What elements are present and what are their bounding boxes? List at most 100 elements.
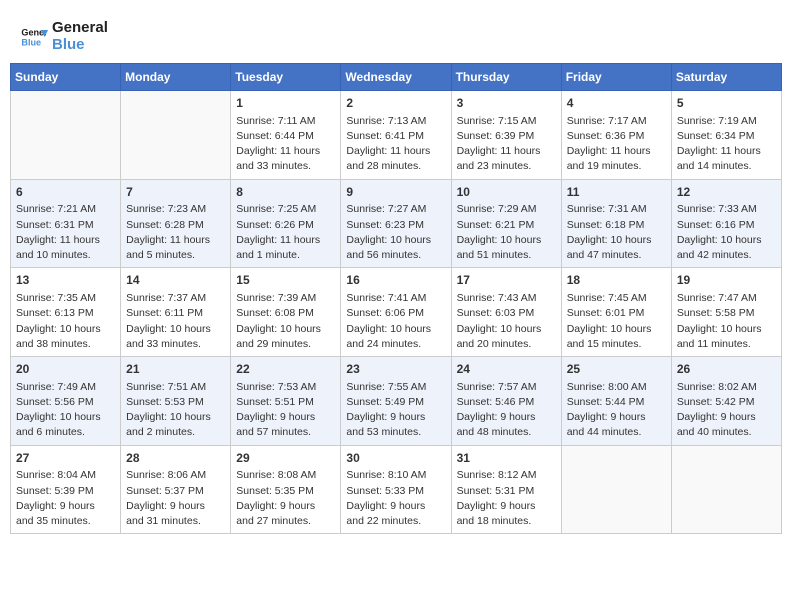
day-header-friday: Friday [561,64,671,91]
calendar-cell: 23 Sunrise: 7:55 AM Sunset: 5:49 PM Dayli… [341,357,451,446]
day-info: Sunrise: 7:19 AM Sunset: 6:34 PM Dayligh… [677,114,776,175]
calendar-cell: 11Sunrise: 7:31 AM Sunset: 6:18 PM Dayli… [561,179,671,268]
day-info: Sunrise: 7:11 AM Sunset: 6:44 PM Dayligh… [236,114,335,175]
day-info: Sunrise: 7:55 AM Sunset: 5:49 PM Dayligh… [346,380,445,441]
calendar-cell: 9Sunrise: 7:27 AM Sunset: 6:23 PM Daylig… [341,179,451,268]
day-number: 20 [16,361,115,378]
day-header-tuesday: Tuesday [231,64,341,91]
day-info: Sunrise: 7:47 AM Sunset: 5:58 PM Dayligh… [677,291,776,352]
day-info: Sunrise: 7:15 AM Sunset: 6:39 PM Dayligh… [457,114,556,175]
day-number: 12 [677,184,776,201]
svg-text:Blue: Blue [21,37,41,47]
calendar-cell: 10Sunrise: 7:29 AM Sunset: 6:21 PM Dayli… [451,179,561,268]
calendar-table: SundayMondayTuesdayWednesdayThursdayFrid… [10,63,782,534]
day-number: 25 [567,361,666,378]
calendar-cell: 30Sunrise: 8:10 AM Sunset: 5:33 PM Dayli… [341,445,451,534]
logo-text: General [52,20,108,37]
day-number: 1 [236,95,335,112]
day-info: Sunrise: 7:41 AM Sunset: 6:06 PM Dayligh… [346,291,445,352]
day-info: Sunrise: 7:17 AM Sunset: 6:36 PM Dayligh… [567,114,666,175]
day-info: Sunrise: 7:53 AM Sunset: 5:51 PM Dayligh… [236,380,335,441]
day-info: Sunrise: 8:08 AM Sunset: 5:35 PM Dayligh… [236,468,335,529]
calendar-week-row: 6Sunrise: 7:21 AM Sunset: 6:31 PM Daylig… [11,179,782,268]
calendar-cell: 20 Sunrise: 7:49 AM Sunset: 5:56 PM Dayli… [11,357,121,446]
day-info: Sunrise: 7:25 AM Sunset: 6:26 PM Dayligh… [236,202,335,263]
day-info: Sunrise: 8:12 AM Sunset: 5:31 PM Dayligh… [457,468,556,529]
day-number: 10 [457,184,556,201]
day-info: Sunrise: 7:13 AM Sunset: 6:41 PM Dayligh… [346,114,445,175]
day-number: 22 [236,361,335,378]
calendar-cell: 16 Sunrise: 7:41 AM Sunset: 6:06 PM Dayli… [341,268,451,357]
calendar-cell: 5 Sunrise: 7:19 AM Sunset: 6:34 PM Daylig… [671,91,781,180]
calendar-cell: 17 Sunrise: 7:43 AM Sunset: 6:03 PM Dayli… [451,268,561,357]
calendar-cell: 14 Sunrise: 7:37 AM Sunset: 6:11 PM Dayli… [121,268,231,357]
page-header: General Blue General Blue [10,10,782,58]
day-info: Sunrise: 7:21 AM Sunset: 6:31 PM Dayligh… [16,202,115,263]
calendar-week-row: 1 Sunrise: 7:11 AM Sunset: 6:44 PM Daylig… [11,91,782,180]
calendar-cell: 19 Sunrise: 7:47 AM Sunset: 5:58 PM Dayli… [671,268,781,357]
day-info: Sunrise: 8:00 AM Sunset: 5:44 PM Dayligh… [567,380,666,441]
day-number: 7 [126,184,225,201]
day-number: 19 [677,272,776,289]
day-number: 15 [236,272,335,289]
day-number: 27 [16,450,115,467]
calendar-cell: 1 Sunrise: 7:11 AM Sunset: 6:44 PM Daylig… [231,91,341,180]
calendar-cell [11,91,121,180]
day-info: Sunrise: 7:29 AM Sunset: 6:21 PM Dayligh… [457,202,556,263]
calendar-cell: 18 Sunrise: 7:45 AM Sunset: 6:01 PM Dayli… [561,268,671,357]
calendar-cell: 29Sunrise: 8:08 AM Sunset: 5:35 PM Dayli… [231,445,341,534]
calendar-cell: 24 Sunrise: 7:57 AM Sunset: 5:46 PM Dayli… [451,357,561,446]
day-info: Sunrise: 7:35 AM Sunset: 6:13 PM Dayligh… [16,291,115,352]
calendar-cell: 7Sunrise: 7:23 AM Sunset: 6:28 PM Daylig… [121,179,231,268]
day-info: Sunrise: 7:37 AM Sunset: 6:11 PM Dayligh… [126,291,225,352]
day-number: 29 [236,450,335,467]
day-number: 5 [677,95,776,112]
calendar-week-row: 27Sunrise: 8:04 AM Sunset: 5:39 PM Dayli… [11,445,782,534]
day-number: 6 [16,184,115,201]
calendar-cell: 21Sunrise: 7:51 AM Sunset: 5:53 PM Dayli… [121,357,231,446]
day-info: Sunrise: 7:51 AM Sunset: 5:53 PM Dayligh… [126,380,225,441]
day-number: 31 [457,450,556,467]
day-header-wednesday: Wednesday [341,64,451,91]
day-header-sunday: Sunday [11,64,121,91]
day-number: 16 [346,272,445,289]
day-number: 17 [457,272,556,289]
day-header-monday: Monday [121,64,231,91]
day-info: Sunrise: 8:04 AM Sunset: 5:39 PM Dayligh… [16,468,115,529]
calendar-cell: 8Sunrise: 7:25 AM Sunset: 6:26 PM Daylig… [231,179,341,268]
day-number: 14 [126,272,225,289]
day-info: Sunrise: 7:57 AM Sunset: 5:46 PM Dayligh… [457,380,556,441]
day-number: 30 [346,450,445,467]
calendar-cell: 31Sunrise: 8:12 AM Sunset: 5:31 PM Dayli… [451,445,561,534]
calendar-cell: 15Sunrise: 7:39 AM Sunset: 6:08 PM Dayli… [231,268,341,357]
calendar-cell: 26 Sunrise: 8:02 AM Sunset: 5:42 PM Dayli… [671,357,781,446]
day-info: Sunrise: 7:33 AM Sunset: 6:16 PM Dayligh… [677,202,776,263]
day-info: Sunrise: 7:49 AM Sunset: 5:56 PM Dayligh… [16,380,115,441]
day-info: Sunrise: 8:10 AM Sunset: 5:33 PM Dayligh… [346,468,445,529]
day-info: Sunrise: 7:27 AM Sunset: 6:23 PM Dayligh… [346,202,445,263]
calendar-cell [121,91,231,180]
day-number: 24 [457,361,556,378]
calendar-cell: 22 Sunrise: 7:53 AM Sunset: 5:51 PM Dayli… [231,357,341,446]
day-number: 23 [346,361,445,378]
calendar-cell: 28Sunrise: 8:06 AM Sunset: 5:37 PM Dayli… [121,445,231,534]
day-info: Sunrise: 7:23 AM Sunset: 6:28 PM Dayligh… [126,202,225,263]
calendar-cell: 25 Sunrise: 8:00 AM Sunset: 5:44 PM Dayli… [561,357,671,446]
calendar-cell [671,445,781,534]
calendar-cell: 4 Sunrise: 7:17 AM Sunset: 6:36 PM Daylig… [561,91,671,180]
day-number: 4 [567,95,666,112]
day-info: Sunrise: 7:45 AM Sunset: 6:01 PM Dayligh… [567,291,666,352]
calendar-cell: 3 Sunrise: 7:15 AM Sunset: 6:39 PM Daylig… [451,91,561,180]
logo-icon: General Blue [20,23,48,51]
day-info: Sunrise: 8:06 AM Sunset: 5:37 PM Dayligh… [126,468,225,529]
day-number: 18 [567,272,666,289]
calendar-cell: 27Sunrise: 8:04 AM Sunset: 5:39 PM Dayli… [11,445,121,534]
day-info: Sunrise: 8:02 AM Sunset: 5:42 PM Dayligh… [677,380,776,441]
day-info: Sunrise: 7:43 AM Sunset: 6:03 PM Dayligh… [457,291,556,352]
day-info: Sunrise: 7:31 AM Sunset: 6:18 PM Dayligh… [567,202,666,263]
day-header-saturday: Saturday [671,64,781,91]
calendar-cell: 12Sunrise: 7:33 AM Sunset: 6:16 PM Dayli… [671,179,781,268]
day-number: 26 [677,361,776,378]
day-number: 3 [457,95,556,112]
calendar-cell: 2Sunrise: 7:13 AM Sunset: 6:41 PM Daylig… [341,91,451,180]
